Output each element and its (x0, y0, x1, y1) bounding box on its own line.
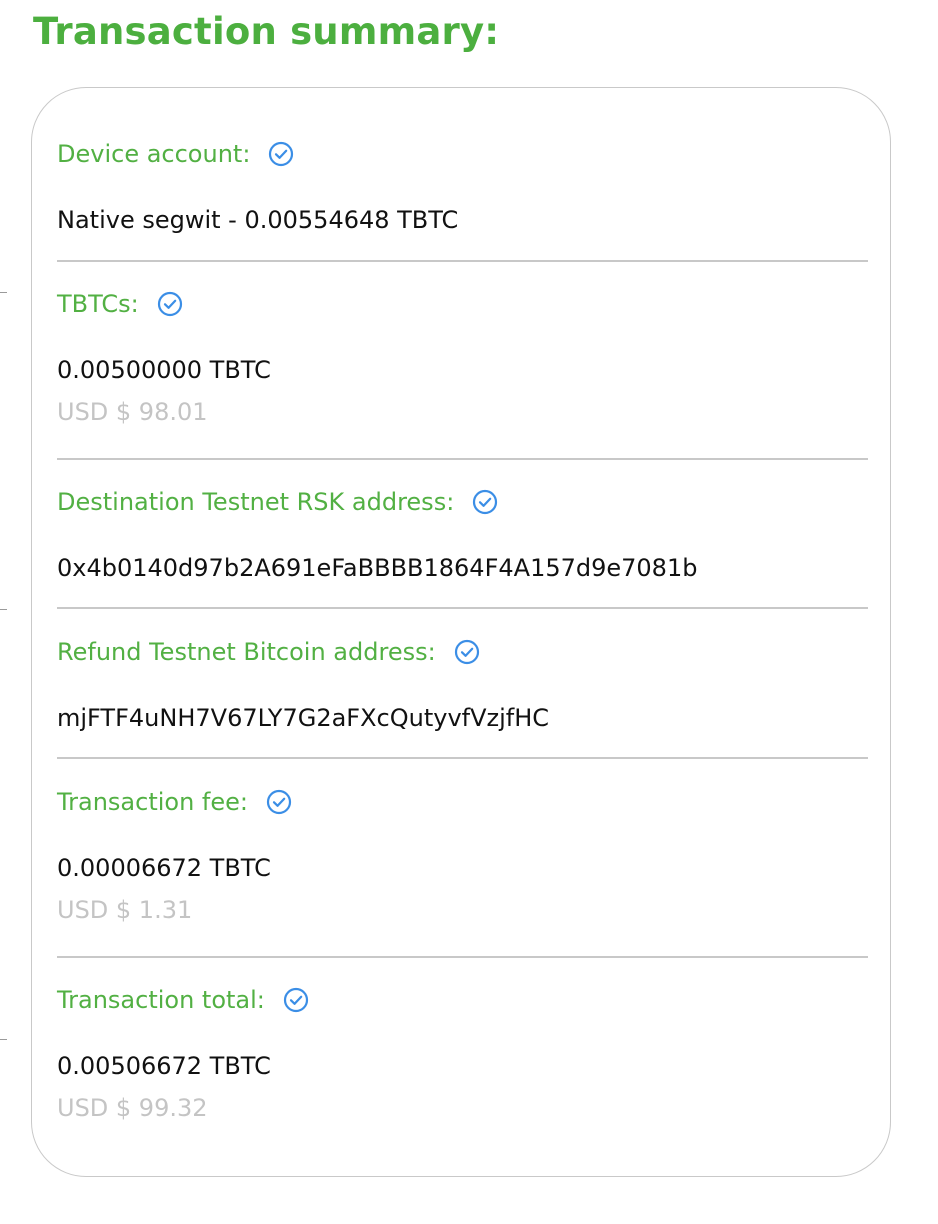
transaction-fee-value: 0.00006672 TBTC (57, 854, 271, 882)
tbtcs-usd-value: USD $ 98.01 (57, 398, 208, 426)
check-circle-icon (283, 987, 309, 1013)
transaction-total-label: Transaction total: (57, 986, 265, 1014)
divider (57, 956, 868, 958)
destination-address-value: 0x4b0140d97b2A691eFaBBBB1864F4A157d9e708… (57, 554, 698, 582)
tbtcs-label: TBTCs: (57, 290, 139, 318)
check-circle-icon (454, 639, 480, 665)
check-circle-icon (268, 141, 294, 167)
edge-divider-tick (0, 1039, 7, 1040)
transaction-fee-usd-value: USD $ 1.31 (57, 896, 193, 924)
check-circle-icon (266, 789, 292, 815)
transaction-summary-card: Device account: Native segwit - 0.005546… (31, 87, 891, 1177)
device-account-value: Native segwit - 0.00554648 TBTC (57, 206, 459, 234)
edge-divider-tick (0, 609, 7, 610)
destination-address-label: Destination Testnet RSK address: (57, 488, 455, 516)
transaction-fee-label: Transaction fee: (57, 788, 248, 816)
refund-address-value: mjFTF4uNH7V67LY7G2aFXcQutyvfVzjfHC (57, 704, 550, 732)
check-circle-icon (472, 489, 498, 515)
refund-address-label: Refund Testnet Bitcoin address: (57, 638, 436, 666)
edge-divider-tick (0, 292, 7, 293)
check-circle-icon (157, 291, 183, 317)
divider (57, 458, 868, 460)
divider (57, 607, 868, 609)
page-title: Transaction summary: (33, 10, 500, 53)
transaction-total-usd-value: USD $ 99.32 (57, 1094, 208, 1122)
divider (57, 757, 868, 759)
transaction-total-value: 0.00506672 TBTC (57, 1052, 271, 1080)
device-account-label: Device account: (57, 140, 251, 168)
divider (57, 260, 868, 262)
tbtcs-value: 0.00500000 TBTC (57, 356, 271, 384)
